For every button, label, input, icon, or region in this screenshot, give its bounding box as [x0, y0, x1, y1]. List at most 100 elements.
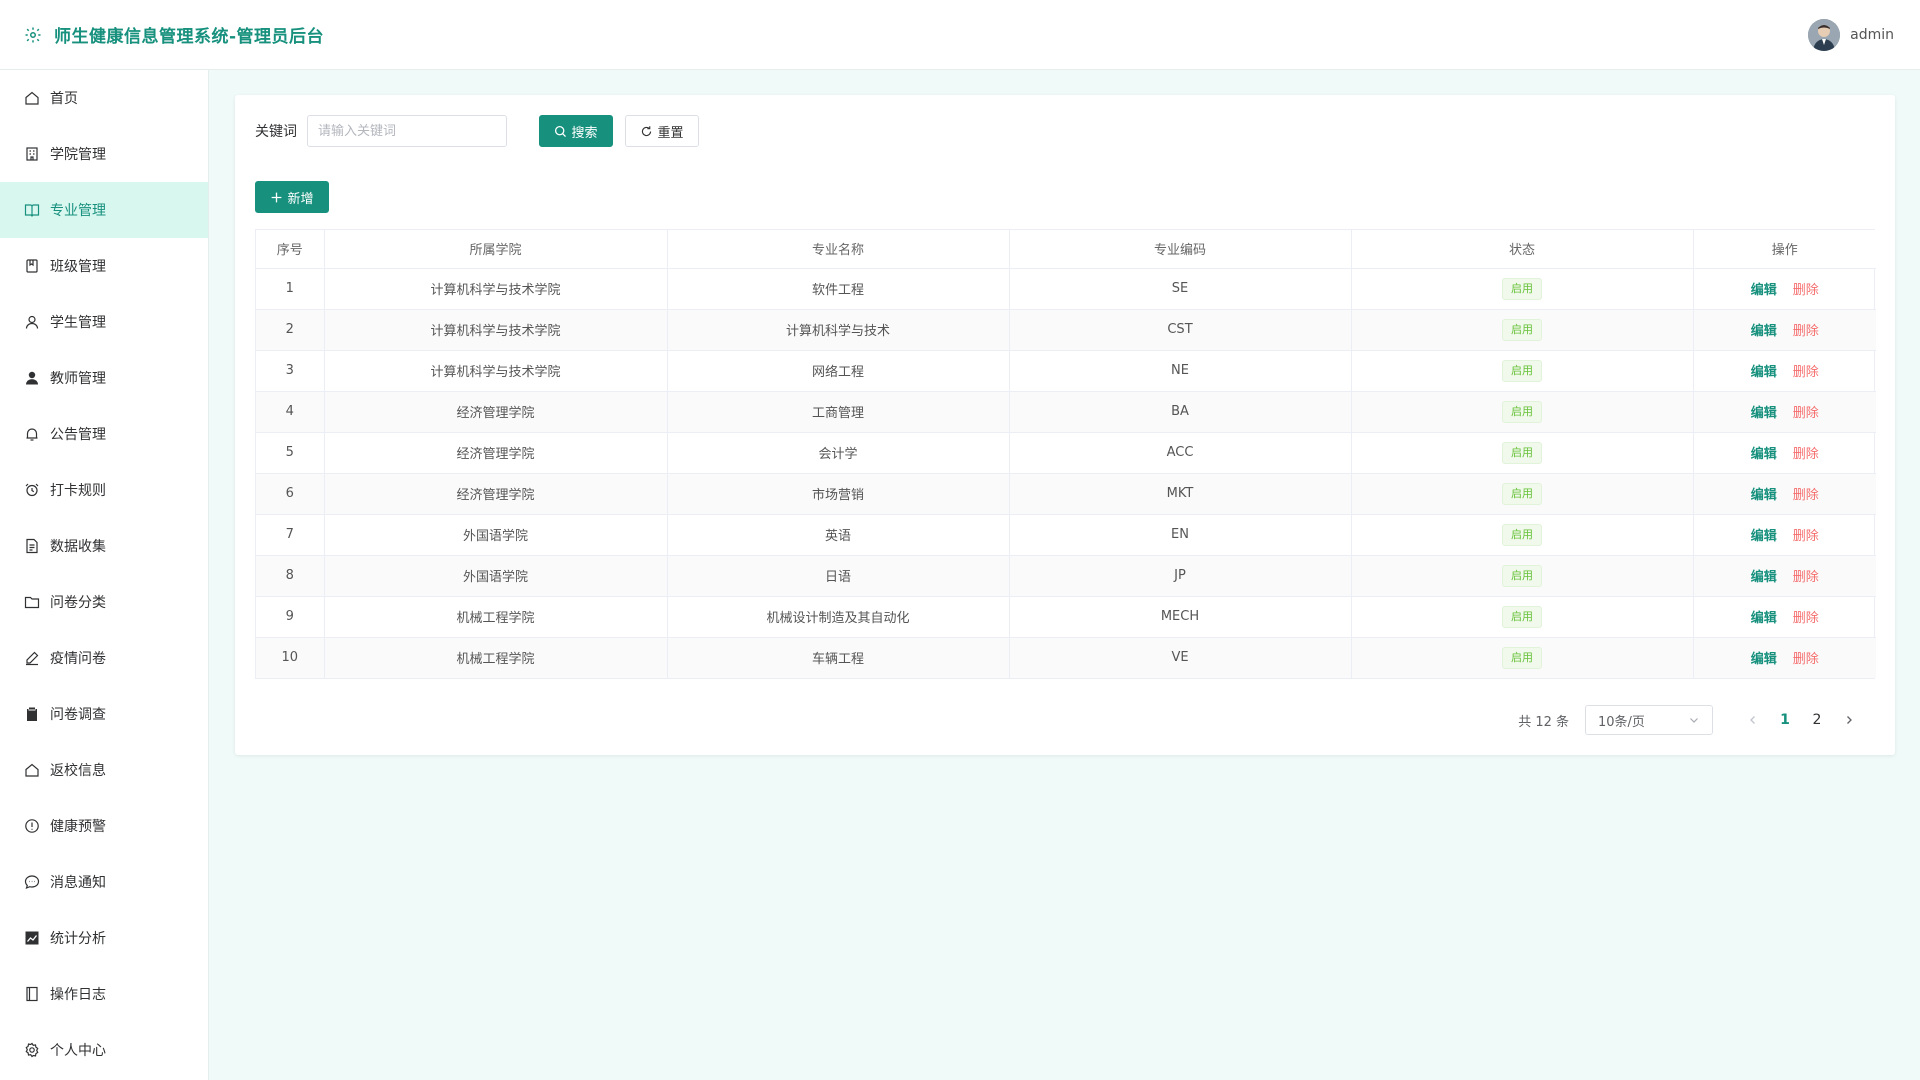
status-badge: 启用 [1502, 400, 1542, 423]
edit-button[interactable]: 编辑 [1751, 652, 1777, 667]
edit-button[interactable]: 编辑 [1751, 365, 1777, 380]
sidebar-item-operation-log[interactable]: 操作日志 [0, 966, 208, 1022]
delete-button[interactable]: 删除 [1793, 529, 1819, 544]
cell-actions: 编辑 删除 [1693, 473, 1876, 515]
sidebar-item-home[interactable]: 首页 [0, 70, 208, 126]
delete-button[interactable]: 删除 [1793, 652, 1819, 667]
cell-actions: 编辑 删除 [1693, 391, 1876, 433]
sidebar: 首页 学院管理 专业管理 班级管理 学生管理 教师管理 公告管理 打卡规则 数据… [0, 70, 209, 1080]
search-button-label: 搜索 [571, 125, 598, 141]
cell-actions: 编辑 删除 [1693, 637, 1876, 678]
search-input[interactable] [307, 115, 507, 147]
delete-button[interactable]: 删除 [1793, 611, 1819, 626]
cell-code: EN [1009, 514, 1352, 556]
status-badge: 启用 [1502, 605, 1542, 628]
building-icon [26, 147, 38, 161]
delete-button[interactable]: 删除 [1793, 406, 1819, 421]
sidebar-item-classes[interactable]: 班级管理 [0, 238, 208, 294]
user-menu[interactable]: admin [1808, 18, 1896, 51]
sidebar-item-label: 首页 [50, 91, 78, 107]
cell-major: 工商管理 [667, 391, 1010, 433]
cell-code: BA [1009, 391, 1352, 433]
sidebar-item-questionnaire[interactable]: 问卷调查 [0, 686, 208, 742]
chevron-right-icon [1847, 716, 1852, 724]
column-header-college: 所属学院 [324, 230, 668, 269]
sidebar-item-teachers[interactable]: 教师管理 [0, 350, 208, 406]
sidebar-item-label: 消息通知 [50, 875, 106, 891]
cell-major: 英语 [667, 514, 1010, 556]
status-badge: 启用 [1502, 277, 1542, 300]
app-title: 师生健康信息管理系统-管理员后台 [54, 27, 325, 47]
sidebar-item-label: 学院管理 [50, 147, 106, 163]
delete-button[interactable]: 删除 [1793, 365, 1819, 380]
sidebar-item-label: 返校信息 [50, 763, 106, 779]
add-button-label: 新增 [287, 191, 314, 207]
status-badge: 启用 [1502, 482, 1542, 505]
document-icon [26, 538, 38, 554]
table-row: 9 机械工程学院 机械设计制造及其自动化 MECH 启用 编辑 删除 [256, 596, 1876, 638]
username[interactable]: admin [1850, 27, 1894, 43]
cell-index: 8 [256, 555, 325, 597]
add-button[interactable]: 新增 [255, 181, 329, 213]
chart-icon [25, 931, 39, 945]
cell-major: 网络工程 [667, 350, 1010, 392]
sidebar-item-survey-categories[interactable]: 问卷分类 [0, 574, 208, 630]
sidebar-item-announcements[interactable]: 公告管理 [0, 406, 208, 462]
reset-button[interactable]: 重置 [625, 115, 699, 147]
sidebar-item-checkin-rules[interactable]: 打卡规则 [0, 462, 208, 518]
search-button[interactable]: 搜索 [539, 115, 613, 147]
pagination: 共 12 条 10条/页 1 2 [1518, 705, 1865, 735]
settings-icon [25, 1042, 39, 1058]
prev-page-button[interactable] [1737, 705, 1769, 735]
sidebar-item-statistics[interactable]: 统计分析 [0, 910, 208, 966]
delete-button[interactable]: 删除 [1793, 570, 1819, 585]
search-bar: 关键词 搜索 重置 [255, 115, 699, 147]
page-button-2[interactable]: 2 [1801, 705, 1833, 735]
edit-button[interactable]: 编辑 [1751, 283, 1777, 298]
sidebar-item-label: 统计分析 [50, 931, 106, 947]
avatar[interactable] [1808, 18, 1841, 51]
sidebar-item-data-collection[interactable]: 数据收集 [0, 518, 208, 574]
cell-college: 经济管理学院 [324, 391, 668, 433]
cell-major: 车辆工程 [667, 637, 1010, 678]
page-button-1[interactable]: 1 [1769, 705, 1801, 735]
page-size-select[interactable]: 10条/页 [1585, 705, 1713, 735]
cell-code: CST [1009, 309, 1352, 351]
sidebar-item-colleges[interactable]: 学院管理 [0, 126, 208, 182]
book-icon [24, 204, 40, 217]
cell-index: 9 [256, 596, 325, 638]
table-row: 7 外国语学院 英语 EN 启用 编辑 删除 [256, 514, 1876, 556]
edit-button[interactable]: 编辑 [1751, 324, 1777, 339]
column-header-actions: 操作 [1693, 230, 1876, 269]
page-size-value: 10条/页 [1598, 714, 1645, 730]
sidebar-item-students[interactable]: 学生管理 [0, 294, 208, 350]
column-header-status: 状态 [1351, 230, 1694, 269]
delete-button[interactable]: 删除 [1793, 447, 1819, 462]
next-page-button[interactable] [1833, 705, 1865, 735]
sidebar-item-notifications[interactable]: 消息通知 [0, 854, 208, 910]
cell-college: 经济管理学院 [324, 473, 668, 515]
sidebar-item-label: 疫情问卷 [50, 651, 106, 667]
delete-button[interactable]: 删除 [1793, 283, 1819, 298]
sidebar-item-profile[interactable]: 个人中心 [0, 1022, 208, 1078]
cell-status: 启用 [1351, 473, 1694, 515]
sidebar-item-return-info[interactable]: 返校信息 [0, 742, 208, 798]
edit-button[interactable]: 编辑 [1751, 611, 1777, 626]
edit-button[interactable]: 编辑 [1751, 529, 1777, 544]
edit-button[interactable]: 编辑 [1751, 447, 1777, 462]
edit-button[interactable]: 编辑 [1751, 488, 1777, 503]
edit-button[interactable]: 编辑 [1751, 570, 1777, 585]
cell-actions: 编辑 删除 [1693, 350, 1876, 392]
delete-button[interactable]: 删除 [1793, 488, 1819, 503]
sidebar-item-epidemic-survey[interactable]: 疫情问卷 [0, 630, 208, 686]
sidebar-item-label: 学生管理 [50, 315, 106, 331]
reset-button-label: 重置 [657, 125, 684, 141]
plus-icon [272, 192, 282, 202]
table-row: 6 经济管理学院 市场营销 MKT 启用 编辑 删除 [256, 473, 1876, 515]
main-card: 关键词 搜索 重置 新增 序号 所属学院 专业名称 专业编码 [235, 95, 1895, 755]
cell-major: 机械设计制造及其自动化 [667, 596, 1010, 638]
edit-button[interactable]: 编辑 [1751, 406, 1777, 421]
sidebar-item-majors[interactable]: 专业管理 [0, 182, 208, 238]
sidebar-item-health-warning[interactable]: 健康预警 [0, 798, 208, 854]
delete-button[interactable]: 删除 [1793, 324, 1819, 339]
